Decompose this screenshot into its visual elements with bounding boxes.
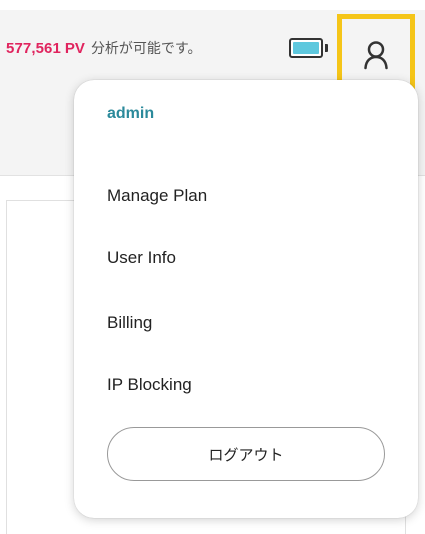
pv-message: 分析が可能です。 xyxy=(90,40,202,56)
menu-item-ip-blocking[interactable]: IP Blocking xyxy=(107,375,192,395)
logout-button[interactable]: ログアウト xyxy=(107,427,385,481)
battery-icon xyxy=(289,38,323,58)
menu-item-manage-plan[interactable]: Manage Plan xyxy=(107,186,207,206)
pv-status: 577,561 PV 分析が可能です。 xyxy=(6,36,202,60)
menu-item-billing[interactable]: Billing xyxy=(107,313,152,333)
battery-level xyxy=(293,42,319,54)
pv-count: 577,561 xyxy=(6,39,61,57)
user-icon xyxy=(364,40,388,69)
user-dropdown-menu: admin Manage Plan User Info Billing IP B… xyxy=(74,80,418,518)
app-screen: 577,561 PV 分析が可能です。 admin Manage Plan Us… xyxy=(0,0,425,534)
menu-item-user-info[interactable]: User Info xyxy=(107,248,176,268)
username-label: admin xyxy=(107,105,155,122)
pv-unit: PV xyxy=(64,39,85,57)
battery-tip xyxy=(325,44,328,52)
